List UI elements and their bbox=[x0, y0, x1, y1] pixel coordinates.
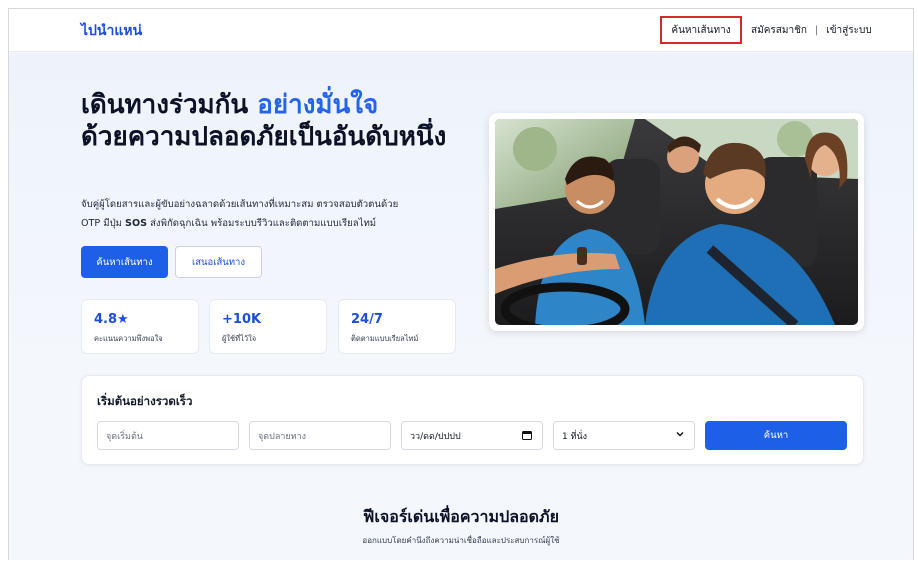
hero-title-part1: เดินทางร่วมกัน bbox=[81, 90, 258, 120]
hero-photo-card bbox=[489, 113, 864, 331]
hero-description-line2b: ส่งพิกัดฉุกเฉิน พร้อมระบบรีวิวและติดตามแ… bbox=[147, 218, 377, 229]
carpool-photo-illustration bbox=[495, 119, 858, 325]
nav-link-register[interactable]: สมัครสมาชิก bbox=[751, 23, 807, 38]
stat-label: ผู้ใช้ที่ไว้ใจ bbox=[222, 334, 257, 343]
stat-card-users: +10K ผู้ใช้ที่ไว้ใจ bbox=[209, 299, 327, 354]
seats-value: 1 ที่นั่ง bbox=[562, 431, 588, 442]
nav-separator: | bbox=[814, 25, 819, 36]
hero-description: จับคู่ผู้โดยสารและผู้ขับอย่างฉลาดด้วยเส้… bbox=[81, 195, 461, 233]
brand-logo[interactable]: ไปนำแหน่ bbox=[81, 20, 142, 42]
calendar-icon[interactable] bbox=[522, 430, 532, 443]
chevron-down-icon bbox=[676, 430, 684, 441]
features-subtitle: ออกแบบโดยคำนึงถึงความน่าเชื่อถือและประสบ… bbox=[362, 536, 560, 545]
nav-link-login[interactable]: เข้าสู่ระบบ bbox=[826, 23, 871, 38]
quick-search-title: เริ่มต้นอย่างรวดเร็ว bbox=[97, 394, 193, 408]
stat-value: +10K bbox=[222, 312, 262, 327]
destination-input[interactable]: จุดปลายทาง bbox=[249, 421, 391, 450]
find-route-button[interactable]: ค้นหาเส้นทาง bbox=[81, 246, 168, 278]
hero-description-line1: จับคู่ผู้โดยสารและผู้ขับอย่างฉลาดด้วยเส้… bbox=[81, 199, 399, 210]
hero-description-line2a: OTP มีปุ่ม bbox=[81, 218, 126, 229]
hero-title: เดินทางร่วมกัน อย่างมั่นใจ ด้วยความปลอดภ… bbox=[81, 89, 461, 153]
date-placeholder: วว/ดด/ปปปป bbox=[410, 431, 461, 442]
stat-value: 24/7 bbox=[351, 312, 383, 327]
nav-link-find-route[interactable]: ค้นหาเส้นทาง bbox=[660, 16, 742, 44]
stat-card-rating: 4.8★ คะแนนความพึงพอใจ bbox=[81, 299, 199, 354]
hero-title-accent: อย่างมั่นใจ bbox=[257, 90, 379, 120]
hero-title-part2: ด้วยความปลอดภัยเป็นอันดับหนึ่ง bbox=[81, 122, 447, 152]
seats-select[interactable]: 1 ที่นั่ง bbox=[553, 421, 695, 450]
stat-value: 4.8★ bbox=[94, 312, 129, 327]
top-navbar: ไปนำแหน่ ค้นหาเส้นทาง สมัครสมาชิก | เข้า… bbox=[9, 9, 913, 52]
search-button[interactable]: ค้นหา bbox=[705, 421, 847, 450]
offer-route-button[interactable]: เสนอเส้นทาง bbox=[175, 246, 262, 278]
quick-search-card: เริ่มต้นอย่างรวดเร็ว จุดเริ่มต้น จุดปลาย… bbox=[81, 375, 864, 465]
destination-placeholder: จุดปลายทาง bbox=[258, 431, 307, 442]
stat-card-tracking: 24/7 ติดตามแบบเรียลไทม์ bbox=[338, 299, 456, 354]
browser-viewport: ไปนำแหน่ ค้นหาเส้นทาง สมัครสมาชิก | เข้า… bbox=[8, 8, 914, 560]
stat-label: คะแนนความพึงพอใจ bbox=[94, 334, 163, 343]
date-input[interactable]: วว/ดด/ปปปป bbox=[401, 421, 543, 450]
features-title: ฟีเจอร์เด่นเพื่อความปลอดภัย bbox=[363, 507, 559, 526]
sos-label: SOS bbox=[125, 218, 148, 229]
origin-placeholder: จุดเริ่มต้น bbox=[106, 431, 143, 442]
nav-auth-links: สมัครสมาชิก | เข้าสู่ระบบ bbox=[751, 23, 872, 38]
origin-input[interactable]: จุดเริ่มต้น bbox=[97, 421, 239, 450]
carpool-photo bbox=[495, 119, 858, 325]
stat-label: ติดตามแบบเรียลไทม์ bbox=[351, 334, 419, 343]
